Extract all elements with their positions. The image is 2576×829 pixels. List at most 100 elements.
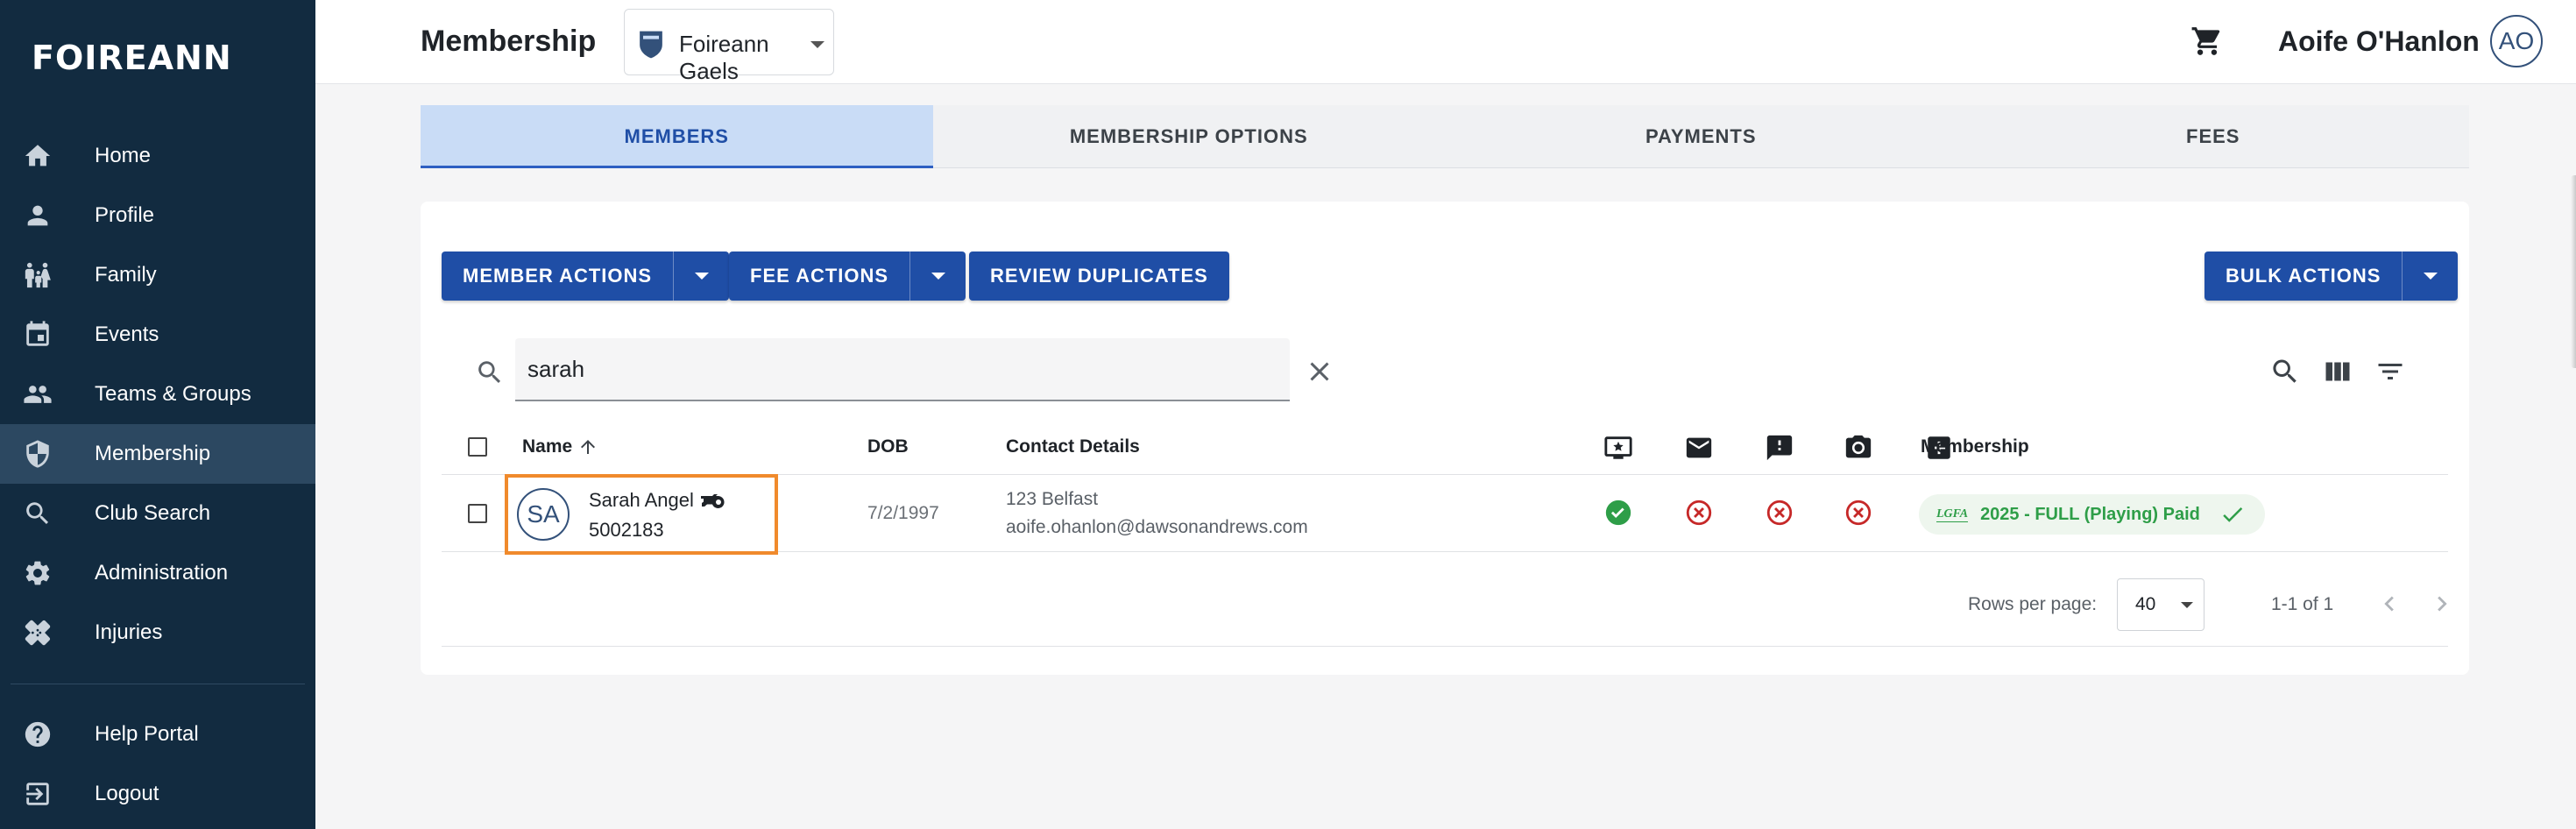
rows-per-page-value: 40	[2135, 594, 2156, 614]
chevron-left-icon[interactable]	[2374, 589, 2404, 619]
sidebar-item-label: Family	[95, 263, 157, 287]
member-actions-dropdown[interactable]	[673, 252, 729, 301]
caret-down-icon	[2423, 273, 2438, 280]
sidebar: FOIREANN Home Profile Family Events Team…	[0, 0, 315, 829]
fee-actions-button[interactable]: FEE ACTIONS	[729, 252, 909, 301]
review-duplicates-button[interactable]: REVIEW DUPLICATES	[969, 252, 1229, 301]
members-table: Name DOB Contact Details Membership SA S…	[442, 419, 2448, 555]
shield-icon	[26, 440, 49, 468]
sidebar-item-club-search[interactable]: Club Search	[0, 484, 315, 543]
sidebar-bottom-nav: Help Portal Logout	[0, 705, 315, 824]
app-logo: FOIREANN	[32, 39, 232, 77]
sidebar-item-label: Logout	[95, 782, 159, 805]
table-pagination: Rows per page: 40 1-1 of 1	[442, 563, 2448, 647]
x-circle-icon	[1845, 500, 1872, 526]
check-icon	[2223, 507, 2243, 522]
name-column-header[interactable]: Name	[522, 419, 598, 474]
membership-status-badge[interactable]: LGFA 2025 - FULL (Playing) Paid	[1919, 494, 2265, 535]
club-selector[interactable]: Foireann Gaels	[624, 9, 834, 84]
sidebar-item-label: Membership	[95, 442, 211, 465]
filter-icon[interactable]	[2374, 356, 2406, 387]
sidebar-item-membership[interactable]: Membership	[0, 424, 315, 484]
tab-members[interactable]: MEMBERS	[421, 105, 933, 168]
member-id: 5002183	[589, 519, 664, 541]
home-icon	[25, 145, 51, 167]
feedback-icon	[1766, 435, 1793, 461]
tab-payments[interactable]: PAYMENTS	[1445, 105, 1957, 167]
sidebar-item-label: Profile	[95, 203, 155, 227]
columns-icon[interactable]	[2322, 356, 2353, 387]
sidebar-item-profile[interactable]: Profile	[0, 186, 315, 245]
sidebar-item-label: Teams & Groups	[95, 382, 251, 406]
gear-icon	[25, 561, 50, 585]
name-header-label: Name	[522, 436, 573, 457]
tab-membership-options[interactable]: MEMBERSHIP OPTIONS	[933, 105, 1446, 167]
check-circle-icon	[1605, 500, 1631, 526]
user-name[interactable]: Aoife O'Hanlon	[2278, 25, 2480, 58]
camera-icon	[1845, 435, 1872, 458]
member-email: aoife.ohanlon@dawsonandrews.com	[1006, 517, 1308, 537]
search-icon	[26, 502, 49, 525]
help-icon	[25, 721, 51, 748]
search-icon	[478, 361, 501, 384]
member-name[interactable]: Sarah Angel	[589, 489, 694, 512]
tab-fees[interactable]: FEES	[1957, 105, 2470, 167]
member-address: 123 Belfast	[1006, 489, 1099, 509]
caret-down-icon	[694, 273, 709, 280]
dob-column-header[interactable]: DOB	[867, 419, 909, 474]
chevron-right-icon[interactable]	[2427, 589, 2457, 619]
sidebar-item-label: Injuries	[95, 620, 163, 644]
bulk-actions-button-group: BULK ACTIONS	[2204, 252, 2459, 301]
sidebar-item-home[interactable]: Home	[0, 126, 315, 186]
top-header: Membership Foireann Gaels Aoife O'Hanlon…	[315, 0, 2576, 84]
person-icon	[27, 205, 48, 226]
member-search-input[interactable]: sarah	[515, 338, 1290, 401]
sidebar-item-label: Home	[95, 144, 152, 167]
pagination-range: 1-1 of 1	[2271, 594, 2334, 614]
caret-down-icon	[931, 273, 945, 280]
select-all-cell	[468, 419, 487, 474]
cart-icon[interactable]	[2190, 25, 2224, 58]
sidebar-item-teams-groups[interactable]: Teams & Groups	[0, 365, 315, 424]
row-checkbox[interactable]	[468, 503, 487, 523]
table-row[interactable]: SA Sarah Angel 5002183 7/2/1997 123 Belf…	[442, 474, 2448, 555]
member-actions-button[interactable]: MEMBER ACTIONS	[442, 252, 673, 301]
family-icon	[25, 262, 51, 288]
sidebar-nav: Home Profile Family Events Teams & Group…	[0, 126, 315, 662]
membership-status-label: 2025 - FULL (Playing) Paid	[1980, 504, 2200, 524]
x-circle-icon	[1686, 500, 1712, 526]
member-avatar: SA	[517, 488, 570, 541]
bulk-actions-dropdown[interactable]	[2402, 252, 2458, 301]
fee-actions-dropdown[interactable]	[909, 252, 966, 301]
sort-ascending-icon[interactable]	[577, 436, 598, 457]
online-account-icon	[1604, 436, 1632, 459]
sidebar-item-injuries[interactable]: Injuries	[0, 603, 315, 662]
email-icon	[1686, 437, 1712, 458]
search-icon[interactable]	[2269, 356, 2301, 387]
rows-per-page-label: Rows per page:	[1968, 594, 2098, 614]
member-actions-button-group: MEMBER ACTIONS	[442, 252, 730, 301]
sidebar-item-administration[interactable]: Administration	[0, 543, 315, 603]
bandage-icon	[25, 620, 51, 646]
club-crest-icon	[640, 31, 662, 59]
close-icon[interactable]	[1304, 356, 1335, 387]
rows-per-page-select[interactable]: 40	[2117, 578, 2204, 631]
club-name: Foireann Gaels	[679, 31, 769, 84]
contact-column-header[interactable]: Contact Details	[1006, 419, 1140, 474]
sidebar-item-events[interactable]: Events	[0, 305, 315, 365]
sidebar-item-label: Help Portal	[95, 722, 199, 746]
user-avatar[interactable]: AO	[2490, 15, 2543, 67]
sidebar-item-label: Events	[95, 322, 159, 346]
review-duplicates-button-group: REVIEW DUPLICATES	[969, 252, 1229, 301]
membership-column-header[interactable]: Membership	[1921, 419, 2029, 474]
sidebar-item-help-portal[interactable]: Help Portal	[0, 705, 315, 764]
select-all-checkbox[interactable]	[468, 436, 487, 457]
lgfa-logo: LGFA	[1936, 507, 1969, 522]
whistle-icon	[701, 494, 725, 508]
bulk-actions-button[interactable]: BULK ACTIONS	[2204, 252, 2402, 301]
x-circle-icon	[1766, 500, 1793, 526]
sidebar-item-logout[interactable]: Logout	[0, 764, 315, 824]
logout-icon	[26, 783, 49, 805]
sidebar-item-family[interactable]: Family	[0, 245, 315, 305]
chevron-down-icon	[810, 41, 824, 48]
